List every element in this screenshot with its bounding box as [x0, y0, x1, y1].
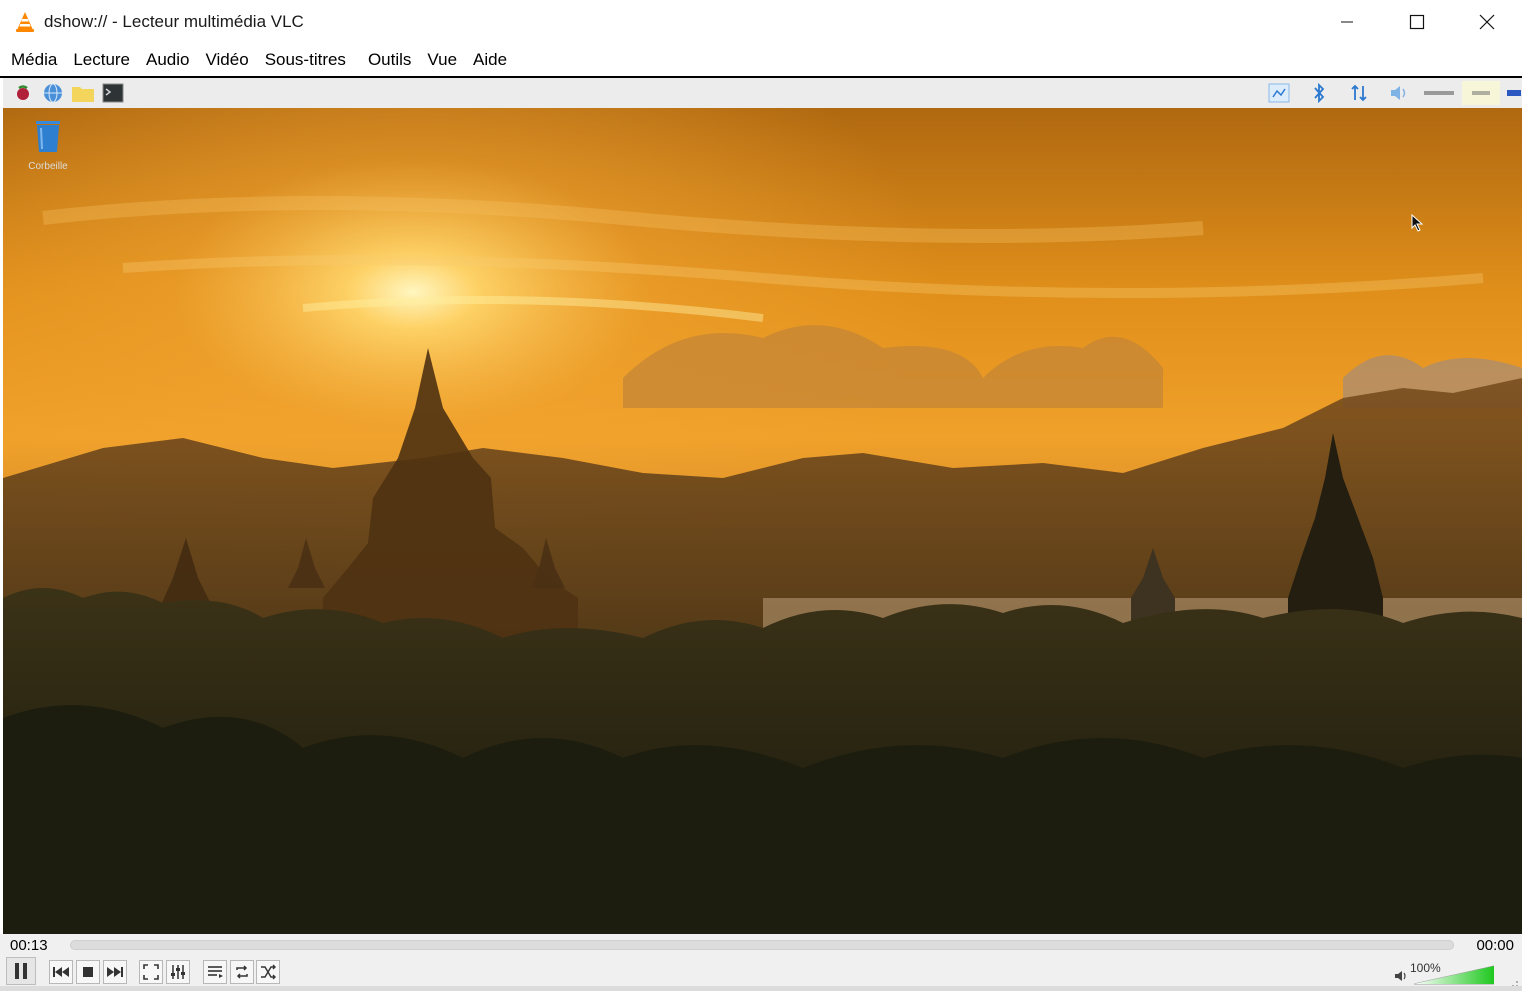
loop-icon: [236, 965, 248, 979]
globe-browser-icon[interactable]: [41, 82, 65, 104]
close-button[interactable]: [1452, 0, 1522, 44]
menu-view[interactable]: Vue: [419, 45, 465, 75]
total-time: 00:00: [1476, 937, 1514, 954]
minimize-icon: [1341, 21, 1353, 23]
video-area[interactable]: Corbeille: [3, 78, 1522, 934]
previous-button[interactable]: [49, 960, 73, 984]
bottom-edge: [0, 986, 1522, 991]
speaker-icon: [1395, 971, 1406, 981]
network-icon[interactable]: [1262, 81, 1296, 105]
menu-media[interactable]: Média: [3, 45, 65, 75]
fullscreen-icon: [143, 964, 159, 980]
volume-icon[interactable]: [1382, 81, 1416, 105]
fullscreen-button[interactable]: [139, 960, 163, 984]
shuffle-icon: [261, 964, 276, 980]
playlist-button[interactable]: [203, 960, 227, 984]
volume-slider[interactable]: [1414, 965, 1494, 985]
extended-settings-button[interactable]: [166, 960, 190, 984]
menu-audio[interactable]: Audio: [138, 45, 197, 75]
next-button[interactable]: [103, 960, 127, 984]
trash-desktop-icon[interactable]: Corbeille: [23, 118, 73, 172]
terminal-icon[interactable]: [101, 82, 125, 104]
previous-icon: [53, 967, 69, 977]
video-frame-sunset: [3, 78, 1522, 934]
volume-control[interactable]: 100%: [1394, 958, 1504, 988]
playlist-icon: [208, 966, 223, 978]
menu-help[interactable]: Aide: [465, 45, 515, 75]
loop-button[interactable]: [230, 960, 254, 984]
transfer-icon[interactable]: [1342, 81, 1376, 105]
minimize-button[interactable]: [1312, 0, 1382, 44]
equalizer-icon: [171, 965, 185, 979]
pause-icon: [15, 963, 27, 979]
vlc-cone-icon: [16, 12, 34, 32]
remote-desktop-panel: [3, 78, 1522, 108]
close-icon: [1479, 14, 1495, 30]
mouse-cursor-icon: [1411, 214, 1424, 232]
menu-playback[interactable]: Lecture: [65, 45, 138, 75]
menu-subtitles[interactable]: Sous-titres: [257, 45, 354, 75]
stop-button[interactable]: [76, 960, 100, 984]
next-icon: [107, 967, 123, 977]
maximize-icon: [1409, 14, 1425, 30]
shuffle-button[interactable]: [256, 960, 280, 984]
trash-label: Corbeille: [28, 161, 68, 172]
cpu-icon[interactable]: [1462, 81, 1500, 105]
menu-tools[interactable]: Outils: [360, 45, 419, 75]
playback-controls: 00:13 00:00 100%: [0, 934, 1522, 991]
clock-icon: [1422, 81, 1456, 105]
raspberry-menu-icon[interactable]: [11, 82, 35, 104]
title-bar: dshow:// - Lecteur multimédia VLC: [0, 0, 1522, 44]
seek-slider[interactable]: [70, 940, 1454, 950]
stop-icon: [83, 967, 93, 977]
elapsed-time: 00:13: [10, 937, 48, 954]
folder-icon[interactable]: [71, 82, 95, 104]
bluetooth-icon[interactable]: [1302, 81, 1336, 105]
trash-icon: [36, 121, 60, 152]
window-title: dshow:// - Lecteur multimédia VLC: [44, 12, 304, 31]
maximize-button[interactable]: [1382, 0, 1452, 44]
keyboard-icon: [1506, 81, 1522, 105]
pause-button[interactable]: [6, 957, 36, 985]
menu-video[interactable]: Vidéo: [198, 45, 257, 75]
menu-bar: Média Lecture Audio Vidéo Sous-titres Ou…: [0, 44, 1522, 76]
